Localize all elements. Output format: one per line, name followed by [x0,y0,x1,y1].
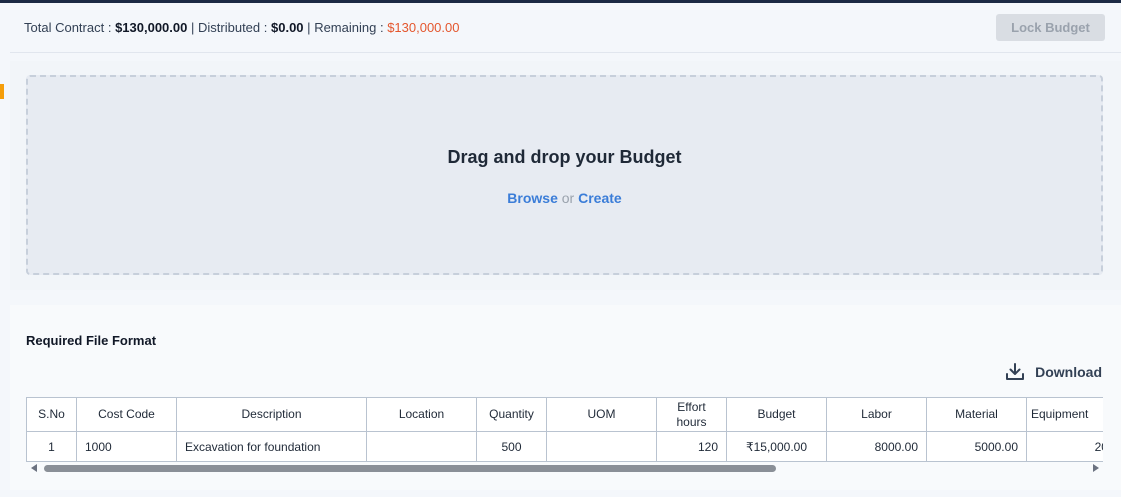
browse-link[interactable]: Browse [507,190,558,206]
cell-sno: 1 [26,431,77,462]
cell-location [366,431,477,462]
cell-budget: ₹15,000.00 [726,431,827,462]
cell-uom [546,431,657,462]
header-location: Location [366,397,477,432]
cell-quantity: 500 [476,431,547,462]
contract-summary: Total Contract : $130,000.00 | Distribut… [24,20,459,35]
or-text: or [561,190,575,206]
upload-panel: Drag and drop your Budget Browse or Crea… [10,61,1121,290]
left-accent-marker [0,84,4,99]
header-sno: S.No [26,397,77,432]
header-cost-code: Cost Code [76,397,177,432]
header-equipment: Equipment [1026,397,1103,432]
scrollbar-thumb[interactable] [44,465,776,472]
format-table-scroll[interactable]: S.No Cost Code Description Location Quan… [26,397,1103,462]
cell-equipment: 2000.00 [1026,431,1103,462]
required-format-panel: Required File Format Download S.No Cost … [10,305,1121,490]
distributed-label: Distributed : [198,20,268,35]
header-effort-hours: Effort hours [656,397,727,432]
required-format-title: Required File Format [26,333,157,348]
horizontal-scrollbar[interactable] [26,462,1103,474]
header-labor: Labor [826,397,927,432]
cell-effort-hours: 120 [656,431,727,462]
header-quantity: Quantity [476,397,547,432]
header-uom: UOM [546,397,657,432]
scroll-right-arrow-icon[interactable] [1093,464,1099,472]
format-table: S.No Cost Code Description Location Quan… [26,397,1103,462]
cell-description: Excavation for foundation [176,431,367,462]
header-material: Material [926,397,1027,432]
create-link[interactable]: Create [578,190,622,206]
download-template-button[interactable]: Download [1005,362,1102,382]
budget-dropzone[interactable]: Drag and drop your Budget Browse or Crea… [26,75,1103,275]
cell-material: 5000.00 [926,431,1027,462]
total-contract-label: Total Contract : [24,20,112,35]
cell-labor: 8000.00 [826,431,927,462]
lock-budget-button[interactable]: Lock Budget [996,14,1105,41]
distributed-value: $0.00 [271,20,304,35]
table-row: 1 1000 Excavation for foundation 500 120… [26,431,1103,462]
dropzone-title: Drag and drop your Budget [447,147,682,167]
download-icon [1006,363,1025,380]
remaining-value: $130,000.00 [387,20,460,35]
remaining-label: Remaining : [314,20,384,35]
cell-cost-code: 1000 [76,431,177,462]
header-budget: Budget [726,397,827,432]
header-description: Description [176,397,367,432]
scroll-left-arrow-icon[interactable] [31,464,37,472]
summary-separator: | [190,20,195,35]
summary-separator: | [307,20,311,35]
total-contract-value: $130,000.00 [115,20,188,35]
table-header-row: S.No Cost Code Description Location Quan… [26,397,1103,432]
budget-header: Total Contract : $130,000.00 | Distribut… [10,3,1121,53]
download-label: Download [1035,364,1102,380]
dropzone-actions: Browse or Create [28,190,1101,206]
